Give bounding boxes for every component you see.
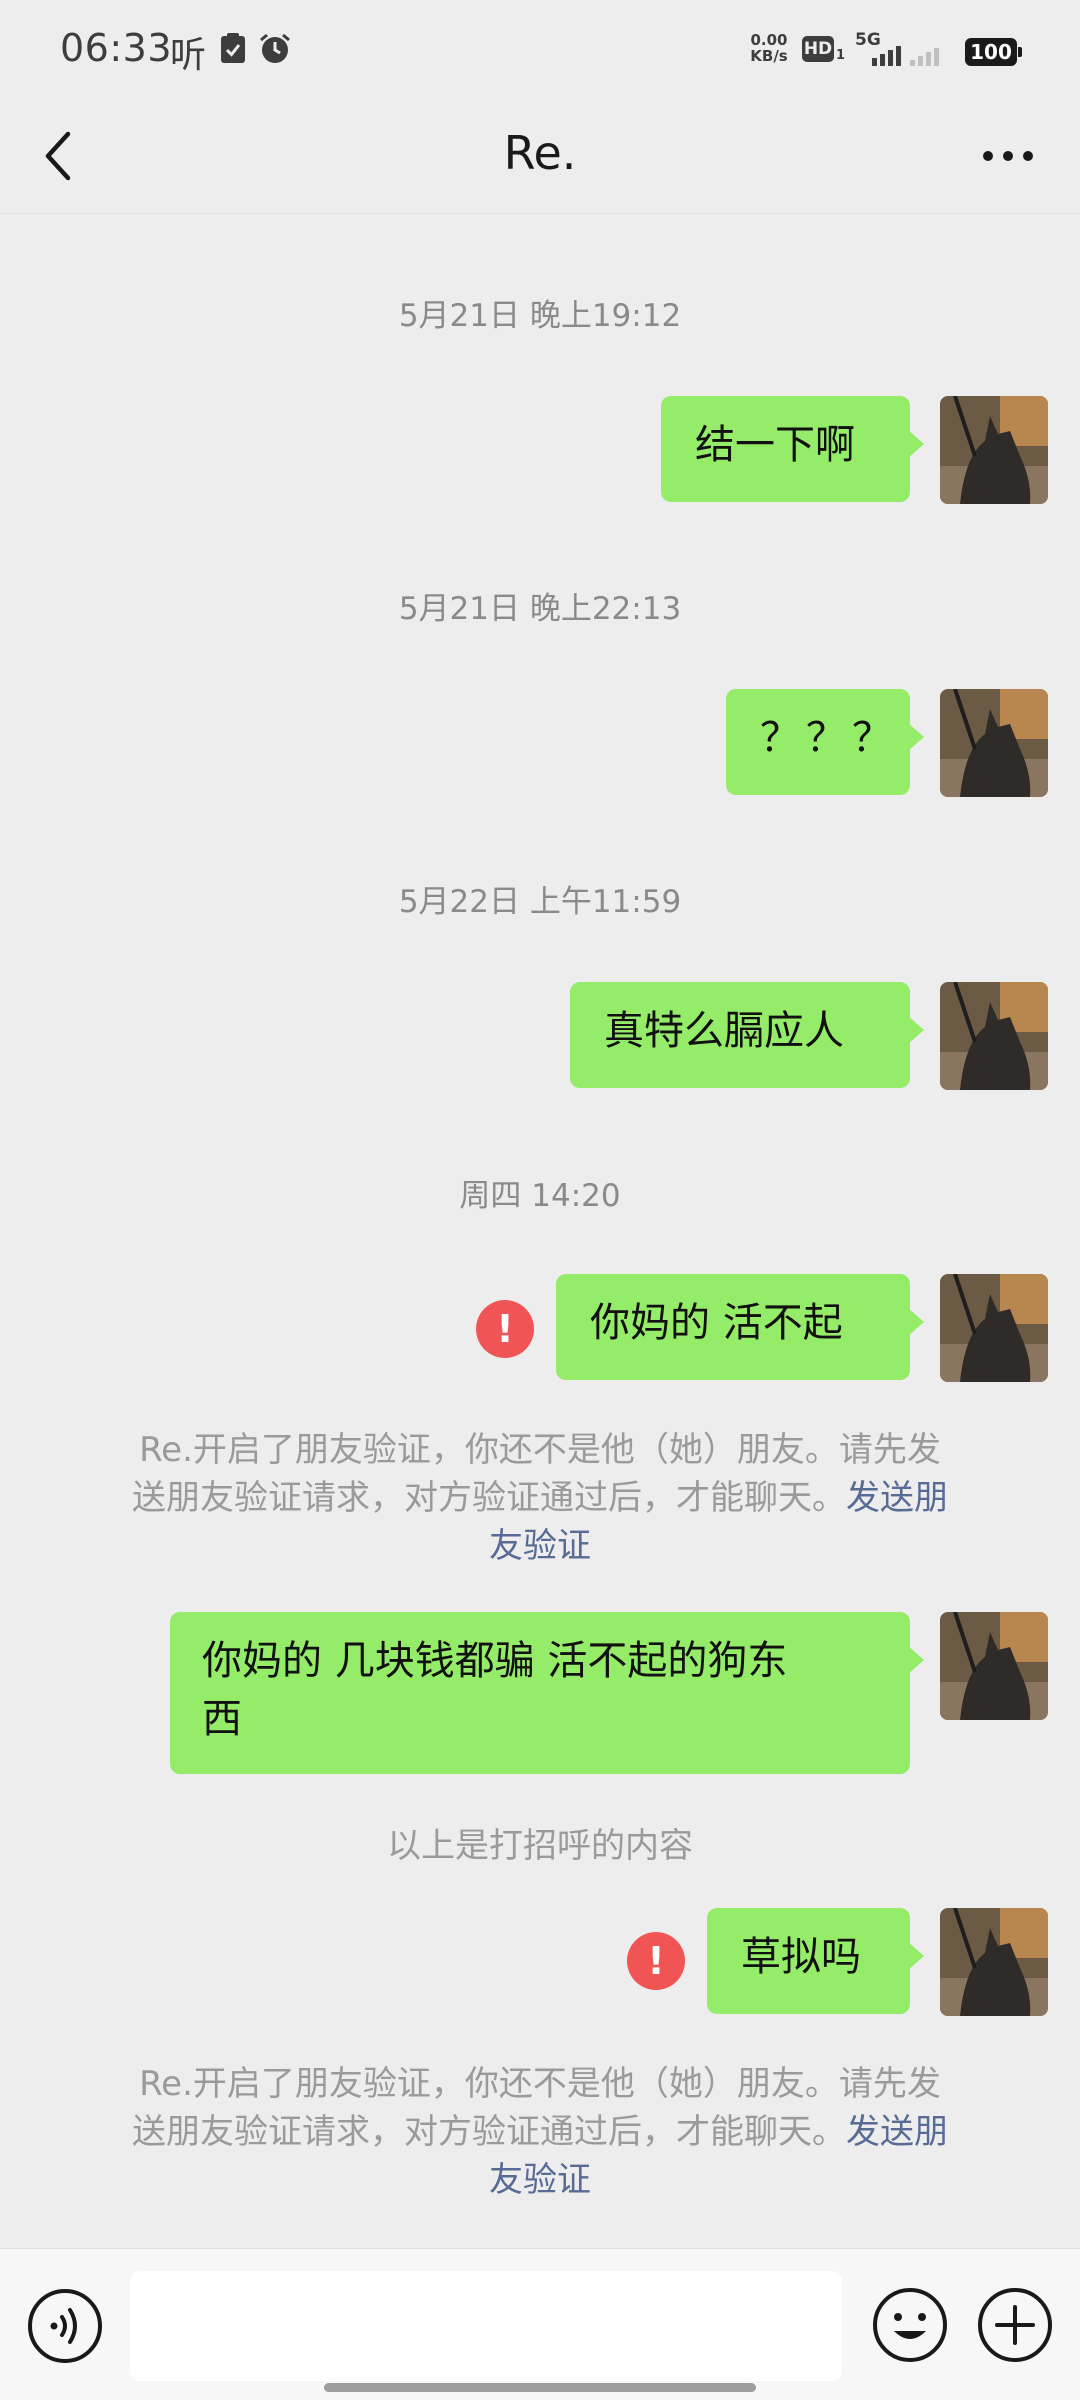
timestamp: 5月22日 上午11:59 [398,884,682,920]
chat-header: Re. [0,98,1080,214]
timestamp: 周四 14:20 [459,1178,621,1214]
message-bubble[interactable]: 真特么膈应人 [570,982,924,1088]
cat-avatar[interactable] [940,1274,1048,1382]
status-bar: 06:33 听 0.00 KB/s HD 1 5G 100 [0,0,1080,98]
timestamp: 5月21日 晚上19:12 [398,298,682,334]
message-bubble[interactable]: 结一下啊 [661,396,924,502]
voice-icon[interactable] [26,2287,104,2365]
cat-avatar[interactable] [940,1612,1048,1720]
alarm-icon [258,32,292,70]
emoji-icon[interactable] [870,2285,950,2365]
status-time: 06:33 [60,26,173,70]
send-failed-icon[interactable]: ! [627,1932,685,1990]
send-verification-link[interactable]: 友验证 [90,2156,990,2204]
message-input[interactable] [130,2271,842,2381]
message-bubble[interactable]: 你妈的 活不起 [556,1274,924,1380]
message-bubble[interactable]: 你妈的 几块钱都骗 活不起的狗东 西 [170,1612,924,1774]
chat-title: Re. [503,126,577,180]
hd-sub: 1 [836,48,846,63]
message-bubble[interactable]: 草拟吗 [707,1908,924,2014]
cat-avatar[interactable] [940,396,1048,504]
battery-indicator: 100 [965,38,1022,66]
hd-badge: HD [802,36,834,62]
send-verification-link[interactable]: 发送朋 [846,1478,948,1518]
network-speed: 0.00 KB/s [750,31,788,65]
greeting-content-note: 以上是打招呼的内容 [387,1826,693,1866]
plus-icon[interactable] [975,2285,1055,2365]
timestamp: 5月21日 晚上22:13 [398,591,682,627]
send-failed-icon[interactable]: ! [476,1300,534,1358]
cat-avatar[interactable] [940,982,1048,1090]
home-indicator[interactable] [324,2383,756,2392]
send-verification-link[interactable]: 发送朋 [846,2112,948,2152]
message-bubble[interactable]: ？？？ [726,689,924,795]
more-icon[interactable] [980,138,1036,174]
clipboard-check-icon [220,32,246,68]
input-bar [0,2248,1080,2400]
signal-strength-icon [872,44,942,70]
listen-indicator: 听 [170,35,207,76]
cat-avatar[interactable] [940,1908,1048,2016]
cat-avatar[interactable] [940,689,1048,797]
send-verification-link[interactable]: 友验证 [90,1522,990,1570]
friend-verification-notice: Re.开启了朋友验证，你还不是他（她）朋友。请先发 送朋友验证请求，对方验证通过… [90,2060,990,2204]
friend-verification-notice: Re.开启了朋友验证，你还不是他（她）朋友。请先发 送朋友验证请求，对方验证通过… [90,1426,990,1570]
